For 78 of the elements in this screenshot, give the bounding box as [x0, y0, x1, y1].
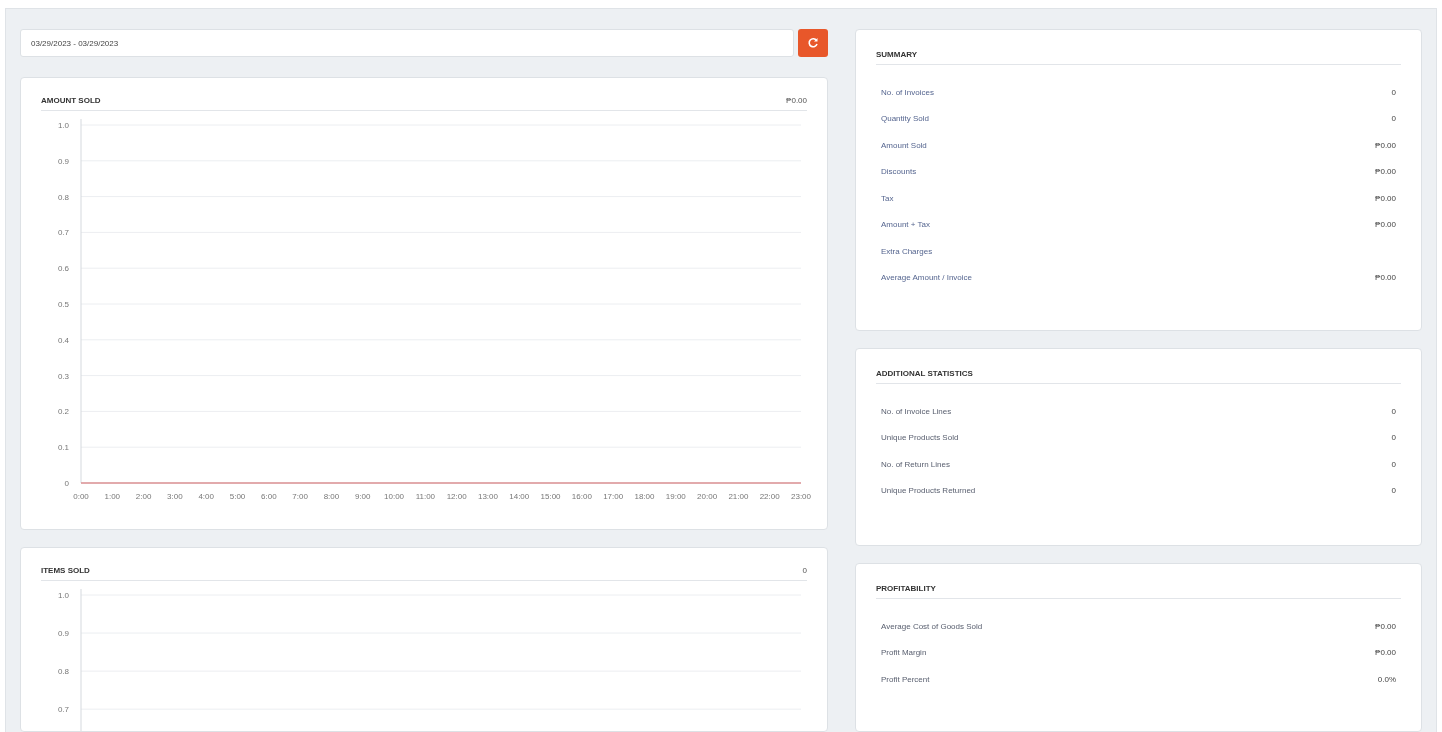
stat-value: ₱0.00 — [1375, 193, 1396, 203]
y-tick-label: 0.5 — [57, 300, 69, 309]
y-tick-label: 0.3 — [57, 371, 69, 381]
x-tick-label: 14:00 — [509, 492, 530, 501]
stat-label: Average Amount / Invoice — [881, 273, 973, 283]
date-range-field[interactable]: 03/29/2023 - 03/29/2023 — [20, 29, 794, 57]
stat-label: Unique Products Returned — [881, 486, 976, 496]
x-tick-label: 0:00 — [73, 492, 89, 501]
stat-label: No. of Invoices — [881, 87, 934, 97]
x-tick-label: 22:00 — [759, 492, 780, 501]
y-tick-label: 0.8 — [57, 192, 69, 202]
stat-label: No. of Invoice Lines — [881, 406, 952, 416]
stat-value: ₱0.00 — [1375, 621, 1396, 631]
stat-label: Extra Charges — [881, 246, 933, 256]
y-tick-label: 0.4 — [57, 335, 69, 345]
y-tick-label: 0.9 — [57, 629, 69, 639]
stat-value: ₱0.00 — [1375, 220, 1396, 230]
y-tick-label: 0.9 — [57, 156, 69, 166]
chart-title: ITEMS SOLD — [41, 566, 90, 575]
y-tick-label: 0.7 — [57, 228, 69, 238]
y-tick-label: 0.6 — [57, 264, 69, 274]
refresh-button[interactable] — [798, 29, 828, 57]
x-tick-label: 13:00 — [477, 492, 498, 501]
x-tick-label: 16:00 — [571, 492, 592, 501]
stat-value: 0 — [1391, 433, 1396, 443]
x-tick-label: 12:00 — [446, 492, 467, 501]
x-tick-label: 3:00 — [167, 492, 183, 501]
y-tick-label: 0.1 — [57, 443, 69, 453]
x-tick-label: 7:00 — [292, 492, 308, 501]
card-title: ADDITIONAL STATISTICS — [876, 369, 973, 378]
stat-label: Profit Margin — [881, 648, 927, 658]
stat-label: Average Cost of Goods Sold — [881, 621, 983, 631]
x-tick-label: 21:00 — [728, 492, 749, 501]
x-tick-label: 2:00 — [135, 492, 152, 501]
chart-total: 0 — [802, 566, 807, 575]
stat-label: Tax — [881, 193, 894, 203]
y-tick-label: 0 — [64, 479, 69, 488]
stat-value: 0 — [1391, 406, 1396, 416]
stat-label: Quantity Sold — [881, 114, 930, 124]
x-tick-label: 20:00 — [697, 492, 718, 501]
x-tick-label: 15:00 — [540, 492, 561, 501]
x-tick-label: 18:00 — [634, 492, 655, 501]
stat-value: ₱0.00 — [1375, 273, 1396, 283]
stat-value: 0.0% — [1377, 674, 1396, 684]
chart-title: AMOUNT SOLD — [41, 96, 101, 105]
stat-label: Amount + Tax — [881, 220, 930, 230]
x-tick-label: 1:00 — [104, 492, 121, 501]
x-tick-label: 17:00 — [603, 492, 624, 501]
y-tick-label: 1.0 — [57, 121, 69, 130]
card-title: SUMMARY — [876, 50, 918, 59]
x-tick-label: 6:00 — [261, 492, 277, 501]
stat-value: 0 — [1391, 486, 1396, 496]
y-tick-label: 1.0 — [57, 591, 69, 600]
x-tick-label: 23:00 — [791, 492, 811, 501]
y-tick-label: 0.8 — [57, 667, 69, 677]
y-tick-label: 0.7 — [57, 705, 69, 715]
stat-label: Profit Percent — [881, 674, 930, 684]
stat-label: Discounts — [881, 167, 917, 177]
stat-value: ₱0.00 — [1375, 648, 1396, 658]
x-tick-label: 9:00 — [354, 492, 371, 501]
stat-label: No. of Return Lines — [881, 459, 950, 469]
x-tick-label: 8:00 — [323, 492, 340, 501]
stat-label: Unique Products Sold — [881, 433, 959, 443]
chart-total: ₱0.00 — [786, 96, 807, 105]
y-tick-label: 0.2 — [57, 407, 69, 417]
card-title: PROFITABILITY — [876, 584, 936, 593]
x-tick-label: 19:00 — [665, 492, 686, 501]
stat-value: 0 — [1391, 87, 1396, 97]
refresh-icon — [807, 37, 819, 49]
x-tick-label: 5:00 — [229, 492, 246, 501]
x-tick-label: 11:00 — [415, 492, 436, 501]
stat-value: 0 — [1391, 459, 1396, 469]
stat-value: ₱0.00 — [1375, 167, 1396, 177]
stat-value: ₱0.00 — [1375, 140, 1396, 150]
stat-label: Amount Sold — [881, 140, 927, 150]
stat-value: 0 — [1391, 114, 1396, 124]
x-tick-label: 4:00 — [198, 492, 214, 501]
x-tick-label: 10:00 — [384, 492, 405, 501]
